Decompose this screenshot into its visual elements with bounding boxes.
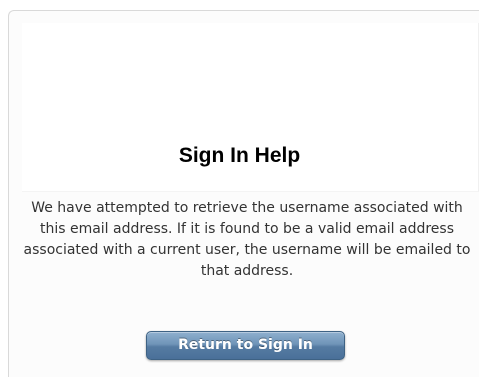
page-title: Sign In Help — [178, 144, 301, 167]
sign-in-help-panel — [8, 10, 479, 377]
help-message: We have attempted to retrieve the userna… — [23, 200, 471, 279]
return-to-sign-in-button[interactable]: Return to Sign In — [146, 331, 345, 360]
